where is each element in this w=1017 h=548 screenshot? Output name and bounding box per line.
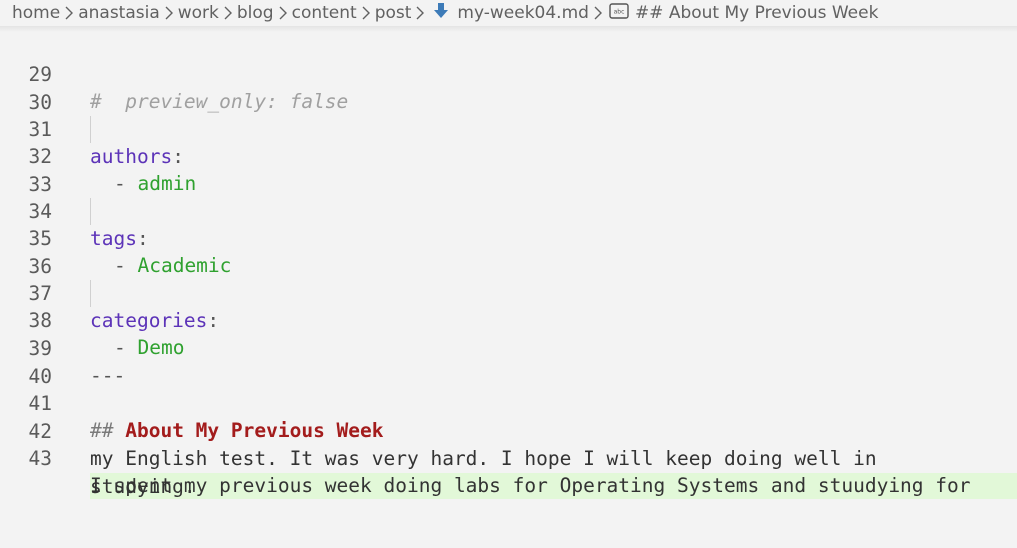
code-line: 38 - Demo: [0, 280, 1017, 359]
paragraph-wrap: my English test. It was very hard. I hop…: [90, 447, 877, 470]
chevron-right-icon: [357, 3, 375, 23]
code-line: 34 tags:: [0, 171, 1017, 250]
code-line: 35 - Academic: [0, 198, 1017, 277]
code-line: 33: [0, 144, 1017, 196]
code-line: 42: [0, 391, 1017, 443]
chevron-right-icon: [60, 3, 78, 23]
breadcrumb-symbol[interactable]: ## About My Previous Week: [635, 3, 879, 23]
chevron-right-icon: [411, 3, 429, 23]
breadcrumb-content[interactable]: content: [292, 3, 357, 23]
code-line: 40: [0, 336, 1017, 388]
chevron-right-icon: [589, 3, 607, 23]
code-line: 37 categories:: [0, 253, 1017, 332]
breadcrumb-anastasia[interactable]: anastasia: [78, 3, 160, 23]
breadcrumb-work[interactable]: work: [178, 3, 219, 23]
string-symbol-icon: abc: [609, 2, 629, 24]
code-line: 36: [0, 226, 1017, 278]
paragraph-text: I spent my previous week doing labs for …: [90, 474, 971, 497]
svg-text:abc: abc: [614, 8, 625, 15]
breadcrumb: home anastasia work blog content post my…: [0, 0, 1017, 26]
code-line: 31 authors:: [0, 89, 1017, 168]
breadcrumb-blog[interactable]: blog: [237, 3, 274, 23]
code-line: 32 - admin: [0, 116, 1017, 195]
chevron-right-icon: [219, 3, 237, 23]
code-line: 29 # preview_only: false: [0, 34, 1017, 113]
paragraph-wrap: studying.: [90, 475, 196, 498]
scroll-shadow: [0, 26, 1017, 32]
breadcrumb-file[interactable]: my-week04.md: [457, 3, 589, 23]
breadcrumb-home[interactable]: home: [12, 3, 60, 23]
markdown-down-arrow-icon: [433, 2, 449, 25]
code-line: 41 ## About My Previous Week: [0, 363, 1017, 442]
code-line: 30: [0, 62, 1017, 114]
code-line: 39 ---: [0, 308, 1017, 387]
chevron-right-icon: [274, 3, 292, 23]
code-editor[interactable]: 29 # preview_only: false 30 31 authors: …: [0, 34, 1017, 548]
code-line: 43 I spent my previous week doing labs f…: [0, 418, 1017, 497]
breadcrumb-post[interactable]: post: [375, 3, 412, 23]
chevron-right-icon: [160, 3, 178, 23]
line-number: 43: [28, 447, 52, 470]
